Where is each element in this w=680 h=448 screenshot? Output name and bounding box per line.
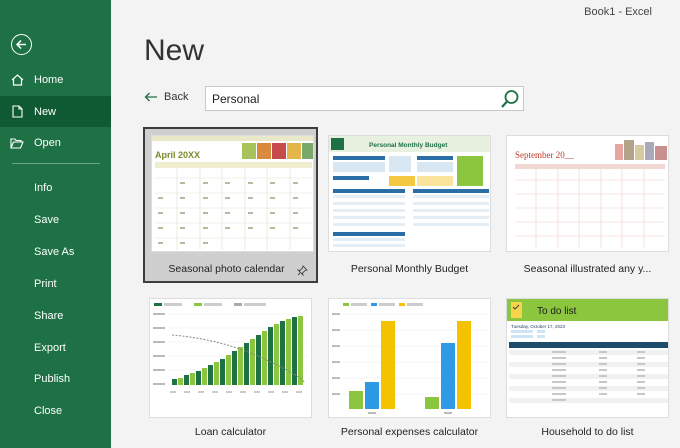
budget-title: Personal Monthly Budget xyxy=(369,142,448,149)
sidebar-item-label: Save As xyxy=(34,246,75,258)
sidebar-item-label: Print xyxy=(34,278,57,290)
template-personal-monthly-budget[interactable]: Personal Monthly Budget Personal Monthly… xyxy=(322,129,497,285)
template-thumbnail: April 20XX xyxy=(151,135,314,252)
folder-open-icon xyxy=(0,137,34,149)
search-input[interactable] xyxy=(206,87,496,111)
template-label: Seasonal illustrated any y... xyxy=(523,263,652,275)
template-thumbnail: September 20__ xyxy=(506,135,669,252)
search-button[interactable] xyxy=(499,88,521,110)
sidebar-item-label: New xyxy=(34,105,57,118)
calendar-month: April 20XX xyxy=(155,150,200,160)
sidebar-item-label: Close xyxy=(34,405,63,417)
sidebar-item-label: Home xyxy=(34,74,64,86)
back-arrow-icon[interactable] xyxy=(11,34,32,55)
sidebar-item-label: Info xyxy=(34,182,53,194)
home-icon xyxy=(0,74,34,86)
sidebar-item-label: Export xyxy=(34,342,66,354)
sidebar-item-label: Share xyxy=(34,310,64,322)
back-label: Back xyxy=(164,91,189,103)
sidebar-item-publish[interactable]: Publish xyxy=(0,364,111,394)
back-link[interactable]: Back xyxy=(144,91,188,103)
sidebar-item-label: Open xyxy=(34,137,61,149)
template-seasonal-illustrated-calendar[interactable]: September 20__ Seasonal illustrated any … xyxy=(500,129,675,285)
sidebar-item-home[interactable]: Home xyxy=(0,65,111,95)
template-label: Personal expenses calculator xyxy=(340,426,479,438)
sidebar-item-label: Save xyxy=(34,214,60,226)
search-icon xyxy=(501,90,519,108)
template-thumbnail xyxy=(328,298,491,418)
new-file-icon xyxy=(0,105,34,118)
sidebar-item-print[interactable]: Print xyxy=(0,269,111,299)
sidebar-item-open[interactable]: Open xyxy=(0,128,111,158)
seasonal-month: September 20__ xyxy=(515,150,574,160)
sidebar-item-info[interactable]: Info xyxy=(0,173,111,203)
arrow-left-icon xyxy=(144,92,157,102)
template-loan-calculator[interactable]: Loan calculator xyxy=(143,292,318,442)
template-search xyxy=(205,86,524,111)
template-personal-expenses-calculator[interactable]: Personal expenses calculator xyxy=(322,292,497,442)
template-label: Seasonal photo calendar xyxy=(168,263,285,275)
template-seasonal-photo-calendar[interactable]: April 20XX Seasonal photo calendar xyxy=(143,127,318,283)
pin-icon[interactable] xyxy=(296,263,308,281)
template-thumbnail: Personal Monthly Budget xyxy=(328,135,491,252)
template-label: Household to do list xyxy=(541,426,634,438)
template-label: Personal Monthly Budget xyxy=(350,263,469,275)
window-title: Book1 - Excel xyxy=(584,6,652,18)
sidebar-item-export[interactable]: Export xyxy=(0,333,111,363)
sidebar-item-share[interactable]: Share xyxy=(0,301,111,331)
todo-date: Tuesday, October 17, 2023 xyxy=(511,324,566,329)
sidebar-divider xyxy=(12,163,100,164)
sidebar-item-save[interactable]: Save xyxy=(0,205,111,235)
page-title: New xyxy=(144,34,205,67)
template-label: Loan calculator xyxy=(194,426,267,438)
sidebar-item-new[interactable]: New xyxy=(0,96,111,127)
sidebar-item-label: Publish xyxy=(34,373,71,385)
sidebar-item-close[interactable]: Close xyxy=(0,396,111,426)
todo-title: To do list xyxy=(537,306,577,317)
backstage-sidebar: Home New Open Info Save Save As Print Sh… xyxy=(0,0,111,448)
template-household-to-do-list[interactable]: To do list Tuesday, October 17, 2023 Hou… xyxy=(500,292,675,442)
template-thumbnail xyxy=(149,298,312,418)
template-thumbnail: To do list Tuesday, October 17, 2023 xyxy=(506,298,669,418)
sidebar-item-save-as[interactable]: Save As xyxy=(0,237,111,267)
